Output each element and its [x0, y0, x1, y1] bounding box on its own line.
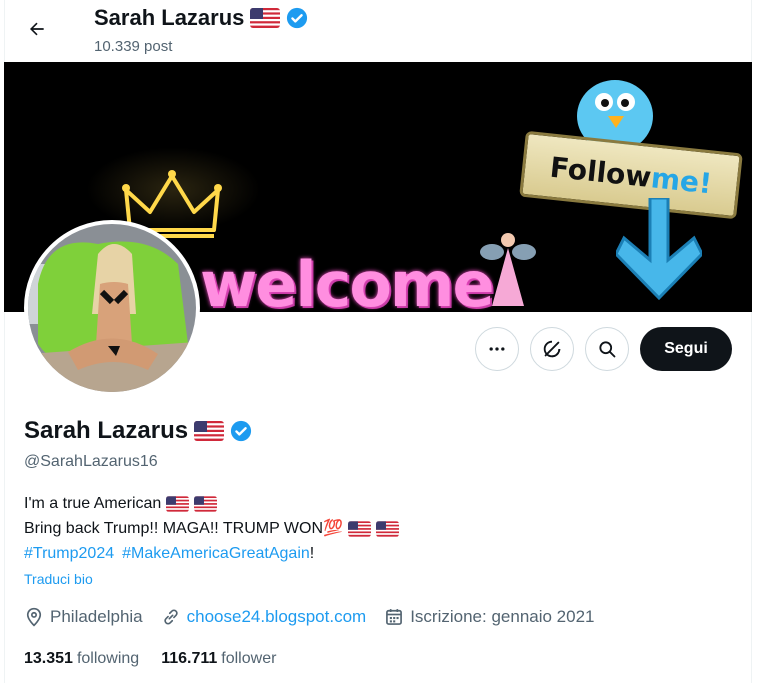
- followers-label: follower: [221, 650, 277, 667]
- us-flag-icon: [375, 520, 399, 537]
- location-pin-icon: [26, 607, 42, 627]
- bio-line-2: Bring back Trump!! MAGA!! TRUMP WON 💯: [24, 516, 399, 541]
- back-button[interactable]: [20, 12, 54, 46]
- profile-handle: @SarahLazarus16: [24, 453, 158, 470]
- search-icon: [599, 341, 616, 358]
- more-options-button[interactable]: [475, 327, 519, 371]
- profile-joined: Iscrizione: gennaio 2021: [384, 607, 595, 627]
- search-profile-button[interactable]: [585, 327, 629, 371]
- bio-text-1: I'm a true American: [24, 495, 162, 512]
- profile-meta: Philadelphia choose24.blogspot.com Iscri…: [24, 607, 613, 627]
- us-flag-icon: [194, 421, 225, 441]
- verified-badge-icon[interactable]: [230, 420, 252, 442]
- sign-me-text: me!: [649, 160, 714, 200]
- location-text: Philadelphia: [50, 607, 143, 626]
- profile-location: Philadelphia: [24, 607, 143, 627]
- profile-bio: I'm a true American Bring back Trump!! M…: [24, 491, 399, 566]
- notifications-off-icon: [543, 340, 561, 358]
- hashtag-trump2024-link[interactable]: #Trump2024: [24, 541, 114, 566]
- following-count: 13.351: [24, 650, 73, 667]
- profile-website[interactable]: choose24.blogspot.com: [161, 607, 367, 627]
- calendar-icon: [386, 609, 403, 625]
- us-flag-icon: [194, 495, 218, 512]
- website-link[interactable]: choose24.blogspot.com: [187, 607, 367, 627]
- verified-badge-icon: [287, 7, 308, 29]
- us-flag-icon: [347, 520, 371, 537]
- banner-welcome-text: welcome: [200, 248, 495, 312]
- following-label: following: [76, 650, 140, 667]
- profile-name-text: Sarah Lazarus: [24, 417, 189, 444]
- follow-button[interactable]: Segui: [640, 327, 732, 371]
- profile-avatar[interactable]: [24, 220, 200, 396]
- us-flag-icon: [166, 495, 190, 512]
- back-arrow-icon: [30, 22, 44, 36]
- bio-line-1: I'm a true American: [24, 491, 399, 516]
- arrow-down-icon: [616, 198, 702, 301]
- bio-text-2: Bring back Trump!! MAGA!! TRUMP WON: [24, 520, 324, 537]
- followers-stat-link[interactable]: 116.711 follower: [161, 650, 276, 668]
- joined-text: Iscrizione: gennaio 2021: [410, 607, 595, 626]
- us-flag-icon: [250, 8, 281, 28]
- followers-count: 116.711: [161, 650, 218, 667]
- link-icon: [163, 609, 178, 625]
- sign-follow-text: Follow: [548, 150, 653, 194]
- more-icon: [489, 347, 505, 351]
- hundred-points-icon: 💯: [323, 520, 343, 537]
- avatar-image: [28, 224, 196, 392]
- bio-line-3: #Trump2024 #MakeAmericaGreatAgain !: [24, 541, 399, 566]
- fairy-icon: [480, 233, 536, 306]
- profile-stats: 13.351 following 116.711 follower: [24, 650, 298, 668]
- hashtag-maga-link[interactable]: #MakeAmericaGreatAgain: [122, 541, 310, 566]
- subscribe-notifications-button[interactable]: [530, 327, 574, 371]
- header-title: Sarah Lazarus: [94, 5, 308, 31]
- header-name: Sarah Lazarus: [94, 5, 245, 30]
- header-post-count: 10.339 post: [94, 38, 173, 55]
- following-stat-link[interactable]: 13.351 following: [24, 650, 139, 668]
- bio-text-3-end: !: [309, 545, 315, 562]
- profile-name: Sarah Lazarus: [24, 417, 252, 445]
- translate-bio-link[interactable]: Traduci bio: [24, 571, 93, 587]
